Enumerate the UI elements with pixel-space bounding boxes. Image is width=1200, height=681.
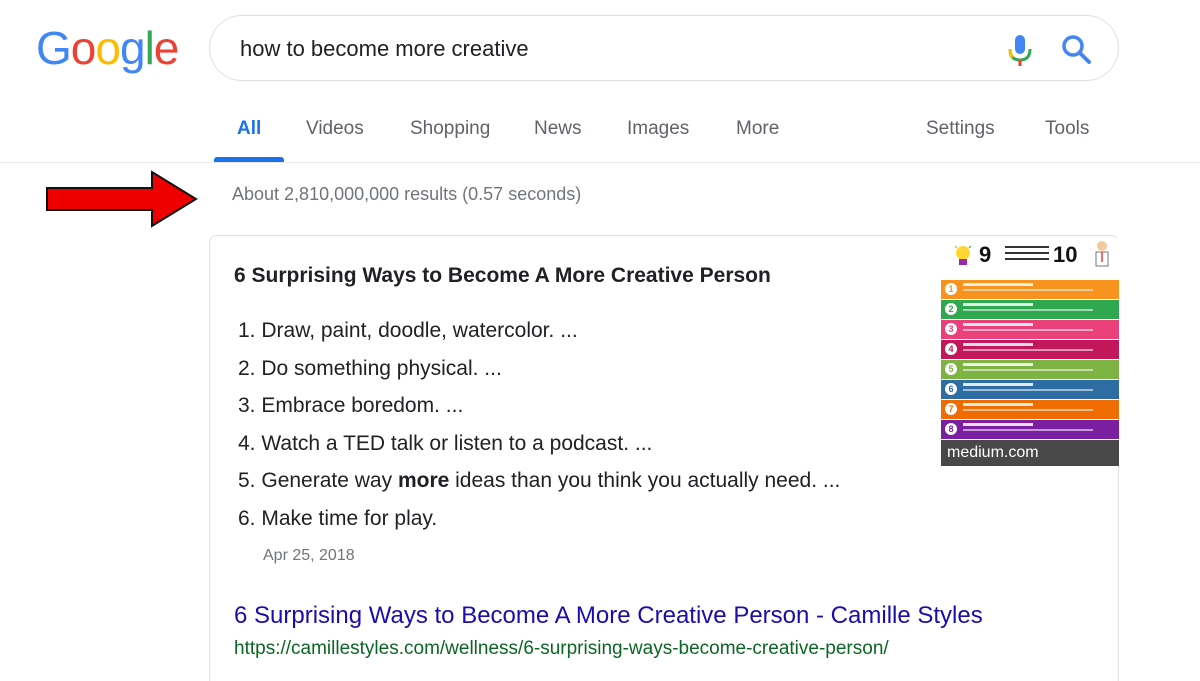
thumbnail-caption: medium.com <box>941 440 1119 466</box>
thumbnail-band-line <box>963 343 1033 346</box>
tab-images[interactable]: Images <box>627 118 689 140</box>
list-item-text: Draw, paint, doodle, watercolor. ... <box>261 319 578 342</box>
list-item-number: 4. <box>238 431 256 455</box>
list-item-number: 3. <box>238 394 256 418</box>
tab-settings[interactable]: Settings <box>926 118 995 140</box>
thumbnail-band-line <box>963 323 1033 326</box>
active-tab-indicator <box>214 157 284 162</box>
featured-snippet: 6 Surprising Ways to Become A More Creat… <box>209 235 1119 681</box>
logo-letter: l <box>144 22 155 74</box>
list-item: 1. Draw, paint, doodle, watercolor. ... <box>238 312 840 350</box>
list-item-text: ideas than you think you actually need. … <box>449 469 841 493</box>
logo-letter: e <box>153 22 180 74</box>
thumbnail-band-line <box>963 383 1033 386</box>
thumbnail-number: 10 <box>1053 242 1078 267</box>
thumbnail-band: 8 <box>941 420 1119 439</box>
list-item-text: Do something physical. ... <box>261 356 502 380</box>
snippet-title: 6 Surprising Ways to Become A More Creat… <box>234 264 771 287</box>
logo-letter: o <box>70 22 97 74</box>
tab-all[interactable]: All <box>237 118 261 140</box>
list-item-number: 2. <box>238 356 256 380</box>
thumbnail-band-line <box>963 289 1093 291</box>
thumbnail-band-number: 2 <box>945 303 957 315</box>
thumbnail-band: 4 <box>941 340 1119 359</box>
thumbnail-band-number: 4 <box>945 343 957 355</box>
lightbulb-icon <box>954 245 972 265</box>
thumbnail-band: 6 <box>941 380 1119 399</box>
thumbnail-band-line <box>963 409 1093 411</box>
thumbnail-band-number: 3 <box>945 323 957 335</box>
red-right-arrow-icon <box>46 170 198 228</box>
thumbnail-band-line <box>963 283 1033 286</box>
list-item: 3. Embrace boredom. ... <box>238 387 840 425</box>
thumbnail-band-number: 8 <box>945 423 957 435</box>
thumbnail-band-line <box>963 403 1033 406</box>
logo-letter: g <box>119 22 146 74</box>
thumbnail-band-number: 5 <box>945 363 957 375</box>
list-item: 2. Do something physical. ... <box>238 350 840 388</box>
thumbnail-band: 3 <box>941 320 1119 339</box>
person-icon <box>1095 241 1109 267</box>
google-logo[interactable]: Google <box>36 22 180 74</box>
thumbnail-header: 9 10 <box>941 238 1119 280</box>
thumbnail-caption-line <box>1005 258 1049 260</box>
thumbnail-band: 2 <box>941 300 1119 319</box>
tab-tools[interactable]: Tools <box>1045 118 1089 140</box>
microphone-icon[interactable] <box>1006 33 1034 67</box>
tab-more[interactable]: More <box>736 118 779 140</box>
list-item-number: 5. <box>238 469 256 493</box>
search-input[interactable] <box>240 30 980 68</box>
snippet-date: Apr 25, 2018 <box>263 547 355 564</box>
thumbnail-band-line <box>963 329 1093 331</box>
thumbnail-band-line <box>963 423 1033 426</box>
thumbnail-band-line <box>963 369 1093 371</box>
thumbnail-caption-line <box>1005 252 1049 254</box>
logo-letter: G <box>36 22 72 74</box>
result-title-link[interactable]: 6 Surprising Ways to Become A More Creat… <box>234 602 983 630</box>
result-url[interactable]: https://camillestyles.com/wellness/6-sur… <box>234 638 889 660</box>
snippet-list: 1. Draw, paint, doodle, watercolor. ... … <box>238 312 840 538</box>
thumbnail-source: medium.com <box>947 444 1039 461</box>
thumbnail-band-line <box>963 303 1033 306</box>
thumbnail-band-number: 1 <box>945 283 957 295</box>
list-item-text: Generate way <box>261 469 398 493</box>
snippet-thumbnail[interactable]: 9 10 1 2 3 4 5 6 7 8 medium.com <box>941 238 1119 466</box>
list-item-bold: more <box>397 469 450 493</box>
search-box <box>209 15 1119 81</box>
list-item-text: Watch a TED talk or listen to a podcast.… <box>261 431 653 455</box>
thumbnail-band-number: 7 <box>945 403 957 415</box>
thumbnail-band-line <box>963 349 1093 351</box>
thumbnail-band: 7 <box>941 400 1119 419</box>
magnifier-icon[interactable] <box>1060 33 1092 65</box>
thumbnail-caption-line <box>1005 246 1049 248</box>
search-tabs: All Videos Shopping News Images More Set… <box>0 100 1200 163</box>
list-item-text: Embrace boredom. ... <box>261 394 464 418</box>
thumbnail-band-line <box>963 389 1093 391</box>
tab-videos[interactable]: Videos <box>306 118 364 140</box>
logo-letter: o <box>95 22 121 74</box>
result-stats: About 2,810,000,000 results (0.57 second… <box>232 184 582 204</box>
list-item: 4. Watch a TED talk or listen to a podca… <box>238 425 840 463</box>
list-item: 6. Make time for play. <box>238 500 840 538</box>
list-item-text: Make time for play. <box>261 506 438 530</box>
thumbnail-band-line <box>963 363 1033 366</box>
tab-news[interactable]: News <box>534 118 582 140</box>
list-item-number: 1. <box>238 319 256 342</box>
thumbnail-band-line <box>963 429 1093 431</box>
thumbnail-band-line <box>963 309 1093 311</box>
thumbnail-number: 9 <box>979 242 992 267</box>
thumbnail-band: 5 <box>941 360 1119 379</box>
thumbnail-band: 1 <box>941 280 1119 299</box>
tab-shopping[interactable]: Shopping <box>410 118 490 140</box>
list-item-number: 6. <box>238 506 256 530</box>
list-item: 5. Generate way more ideas than you thin… <box>238 462 840 500</box>
thumbnail-band-number: 6 <box>945 383 957 395</box>
